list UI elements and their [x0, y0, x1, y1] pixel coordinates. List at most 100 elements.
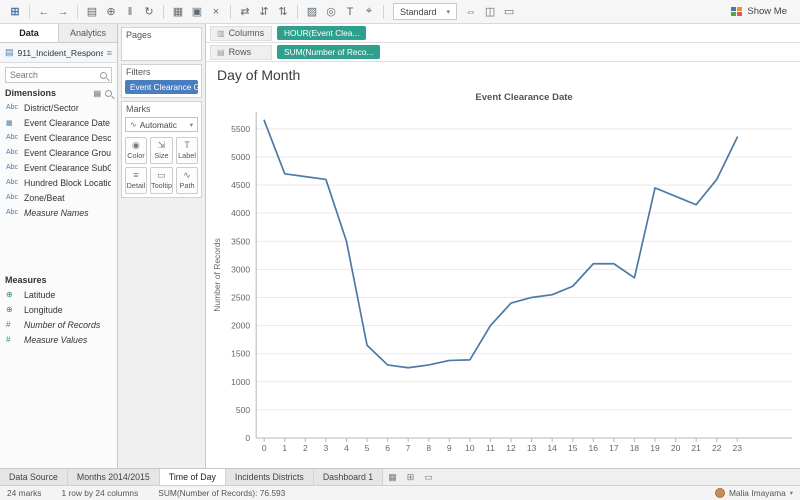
- field-label: Event Clearance Date: [24, 117, 111, 128]
- size-button[interactable]: ⇲ Size: [149, 137, 174, 164]
- data-pane: Data Analytics ▤ 911_Incident_Respons...…: [0, 24, 118, 468]
- pages-shelf[interactable]: Pages: [121, 27, 202, 61]
- rows-shelf[interactable]: ▤ Rows SUM(Number of Reco...: [206, 43, 800, 62]
- dimension-field[interactable]: Abc District/Sector: [0, 100, 117, 115]
- svg-text:16: 16: [589, 443, 599, 453]
- label-button[interactable]: T Label: [176, 137, 198, 164]
- dimension-field[interactable]: Abc Event Clearance Group: [0, 145, 117, 160]
- columns-shelf[interactable]: ▥ Columns HOUR(Event Clea...: [206, 24, 800, 43]
- datasource-name: 911_Incident_Respons...: [17, 47, 103, 58]
- show-hide-cards-icon[interactable]: ◫: [481, 3, 499, 21]
- toolbar-separator: [230, 4, 231, 19]
- view-options-icon[interactable]: ▤: [93, 89, 101, 98]
- dimension-field[interactable]: Abc Hundred Block Location: [0, 175, 117, 190]
- tab-analytics[interactable]: Analytics: [59, 24, 117, 42]
- svg-text:10: 10: [465, 443, 475, 453]
- new-dashboard-tab-icon[interactable]: ⊞: [402, 469, 420, 485]
- label-icon: T: [184, 140, 190, 150]
- svg-text:2500: 2500: [231, 292, 250, 302]
- tab-time-of-day[interactable]: Time of Day: [159, 469, 226, 485]
- abc-icon: Abc: [6, 194, 19, 201]
- color-button[interactable]: ◉ Color: [125, 137, 147, 164]
- svg-text:Event Clearance Date: Event Clearance Date: [475, 92, 572, 103]
- refresh-icon[interactable]: ↻: [140, 3, 158, 21]
- pause-updates-icon[interactable]: ‖: [121, 3, 139, 21]
- datasource-menu-icon[interactable]: ≡: [107, 48, 112, 58]
- measure-field[interactable]: ⊕ Latitude: [0, 287, 117, 302]
- new-story-tab-icon[interactable]: ▭: [419, 469, 438, 485]
- tooltip-icon: ▭: [157, 170, 166, 180]
- duplicate-icon[interactable]: ▣: [188, 3, 206, 21]
- tab-data[interactable]: Data: [0, 24, 59, 42]
- abc-icon: Abc: [6, 164, 19, 171]
- user-menu[interactable]: Malia Imayama ▾: [714, 488, 793, 498]
- measure-field[interactable]: # Number of Records: [0, 317, 117, 332]
- undo-icon[interactable]: ←: [35, 3, 53, 21]
- tab-dashboard-1[interactable]: Dashboard 1: [313, 469, 384, 485]
- rows-pill[interactable]: SUM(Number of Reco...: [277, 45, 381, 59]
- tableau-logo[interactable]: ⊞: [6, 3, 24, 21]
- abc-icon: Abc: [6, 209, 19, 216]
- clear-sheet-icon[interactable]: ×: [207, 3, 225, 21]
- datasource-item[interactable]: ▤ 911_Incident_Respons... ≡: [0, 43, 117, 63]
- sort-descending-icon[interactable]: ⇅: [274, 3, 292, 21]
- sort-ascending-icon[interactable]: ⇵: [255, 3, 273, 21]
- svg-text:1500: 1500: [231, 349, 250, 359]
- presentation-mode-icon[interactable]: ▭: [500, 3, 518, 21]
- tooltip-button[interactable]: ▭ Tooltip: [149, 167, 174, 194]
- chevron-down-icon: ▾: [189, 121, 193, 129]
- size-icon: ⇲: [157, 140, 166, 150]
- tab-data-source[interactable]: Data Source: [0, 469, 68, 485]
- dimension-field[interactable]: Abc Measure Names: [0, 205, 117, 220]
- svg-text:5500: 5500: [231, 124, 250, 134]
- dimension-field[interactable]: Abc Zone/Beat: [0, 190, 117, 205]
- fix-axes-icon[interactable]: ⌖: [360, 3, 378, 21]
- find-field-icon[interactable]: [105, 89, 112, 97]
- mark-button-label: Size: [154, 151, 169, 160]
- fit-width-icon[interactable]: ⇔: [462, 3, 480, 21]
- tableau-window: ⊞ ← → ▤ ⊕ ‖ ↻ ▦ ▣ × ⇄ ⇵ ⇅ ▨ ◎ T ⌖ Standard ▾ ⇔ ◫ ▭ Show Me Da…: [0, 0, 800, 500]
- detail-button[interactable]: ≡ Detail: [125, 167, 147, 194]
- highlight-icon[interactable]: ▨: [303, 3, 321, 21]
- filter-pill[interactable]: Event Clearance Grou...: [125, 80, 198, 94]
- dimension-field[interactable]: Abc Event Clearance SubGro...: [0, 160, 117, 175]
- tab-incidents-districts[interactable]: Incidents Districts: [225, 469, 314, 485]
- search-icon[interactable]: [100, 71, 107, 79]
- globe-icon: ⊕: [6, 305, 13, 314]
- fit-selector-label: Standard: [400, 6, 437, 17]
- swap-icon[interactable]: ⇄: [236, 3, 254, 21]
- chart-area[interactable]: 0 500 1000 1500 2000 2500 3000 3500 4000 4500 5000…: [206, 88, 800, 468]
- chevron-down-icon: ▾: [446, 8, 451, 16]
- dimension-field[interactable]: ▦ Event Clearance Date: [0, 115, 117, 130]
- show-me-button[interactable]: Show Me: [724, 4, 794, 19]
- data-pane-tabs: Data Analytics: [0, 24, 117, 43]
- group-members-icon[interactable]: ◎: [322, 3, 340, 21]
- svg-text:18: 18: [630, 443, 640, 453]
- mark-type-dropdown[interactable]: ∿ Automatic ▾: [125, 117, 198, 132]
- marks-card: Marks ∿ Automatic ▾ ◉ Color ⇲ Size T Label ≡ De…: [121, 101, 202, 198]
- new-worksheet-tab-icon[interactable]: ▦: [383, 469, 402, 485]
- tab-months-2014-2015[interactable]: Months 2014/2015: [67, 469, 160, 485]
- dimension-field[interactable]: Abc Event Clearance Descrip...: [0, 130, 117, 145]
- columns-pill[interactable]: HOUR(Event Clea...: [277, 26, 367, 40]
- chevron-down-icon: ▾: [789, 490, 793, 497]
- new-worksheet-icon[interactable]: ▦: [169, 3, 187, 21]
- redo-icon[interactable]: →: [54, 3, 72, 21]
- fit-selector[interactable]: Standard ▾: [393, 3, 458, 20]
- add-data-icon[interactable]: ⊕: [102, 3, 120, 21]
- measure-field[interactable]: # Measure Values: [0, 332, 117, 347]
- save-icon[interactable]: ▤: [83, 3, 101, 21]
- field-label: District/Sector: [24, 102, 79, 113]
- measure-field[interactable]: ⊕ Longitude: [0, 302, 117, 317]
- svg-text:1: 1: [282, 443, 287, 453]
- search-input[interactable]: [10, 70, 100, 80]
- line-chart[interactable]: 0 500 1000 1500 2000 2500 3000 3500 4000 4500 5000…: [206, 88, 800, 468]
- filters-shelf[interactable]: Filters Event Clearance Grou...: [121, 64, 202, 98]
- show-mark-labels-icon[interactable]: T: [341, 3, 359, 21]
- avatar: [714, 488, 725, 498]
- svg-text:22: 22: [712, 443, 722, 453]
- field-label: Zone/Beat: [24, 192, 65, 203]
- svg-text:4000: 4000: [231, 208, 250, 218]
- path-button[interactable]: ∿ Path: [176, 167, 198, 194]
- sheet-title[interactable]: Day of Month: [206, 62, 800, 88]
